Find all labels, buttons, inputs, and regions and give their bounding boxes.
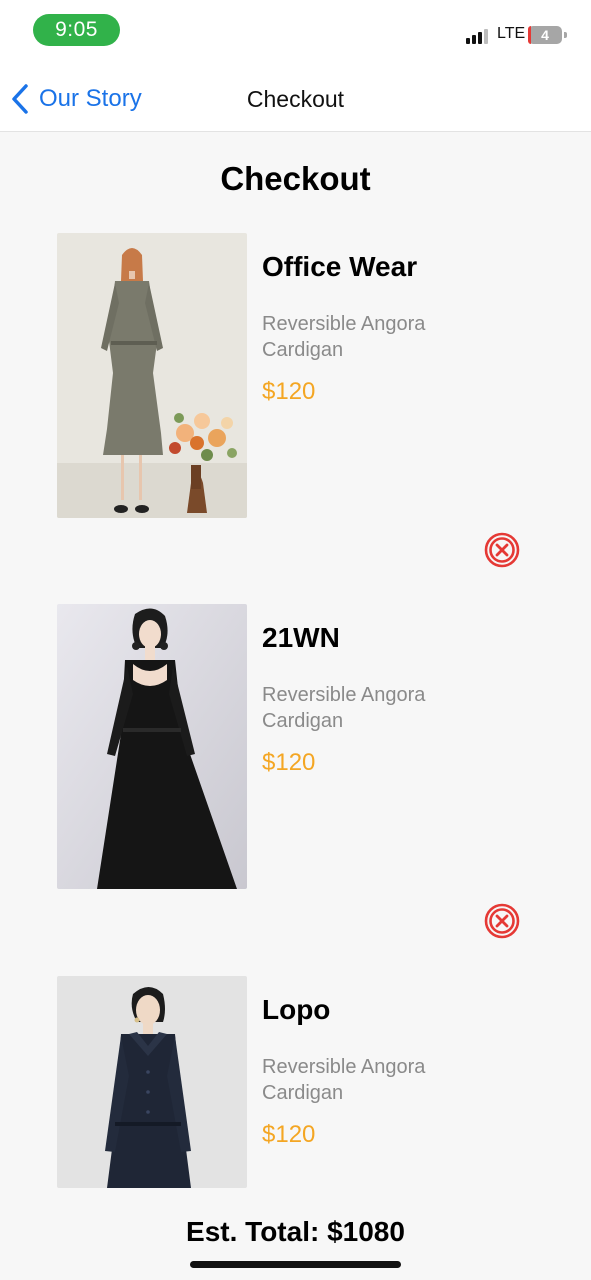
item-name: 21WN [262,622,340,653]
close-circle-icon [484,903,520,939]
black-dress-photo [57,604,247,889]
battery-level: 4 [541,27,549,43]
item-price: $120 [262,378,316,405]
navy-dress-photo [57,976,247,1188]
cart-item[interactable]: Lopo Reversible Angora Cardigan $120 [57,976,557,1188]
page-title: Checkout [220,160,371,197]
status-time: 9:05 [33,14,120,46]
item-price: $120 [262,1121,316,1148]
status-bar: 9:05 LTE 4 [0,0,591,66]
battery-icon: 4 [528,26,567,44]
product-image[interactable] [57,604,247,889]
cart-item[interactable]: Office Wear Reversible Angora Cardigan $… [57,233,557,518]
estimated-total: Est. Total: $1080 [186,1216,405,1247]
remove-item-button[interactable] [484,903,520,939]
item-description: Reversible Angora Cardigan [262,313,426,361]
product-image[interactable] [57,976,247,1188]
item-name: Lopo [262,994,331,1025]
signal-icon [466,29,490,44]
nav-title: Checkout [246,86,345,112]
item-description: Reversible Angora Cardigan [262,684,426,732]
grey-dress-photo [57,233,247,518]
home-indicator[interactable] [190,1261,401,1268]
item-name: Office Wear [262,251,418,282]
product-image[interactable] [57,233,247,518]
item-description: Reversible Angora Cardigan [262,1056,426,1104]
remove-item-button[interactable] [484,532,520,568]
item-price: $120 [262,749,316,776]
network-type: LTE [497,25,526,42]
close-circle-icon [484,532,520,568]
navigation-bar: Our Story Checkout [0,66,591,132]
cart-item[interactable]: 21WN Reversible Angora Cardigan $120 [57,604,557,889]
